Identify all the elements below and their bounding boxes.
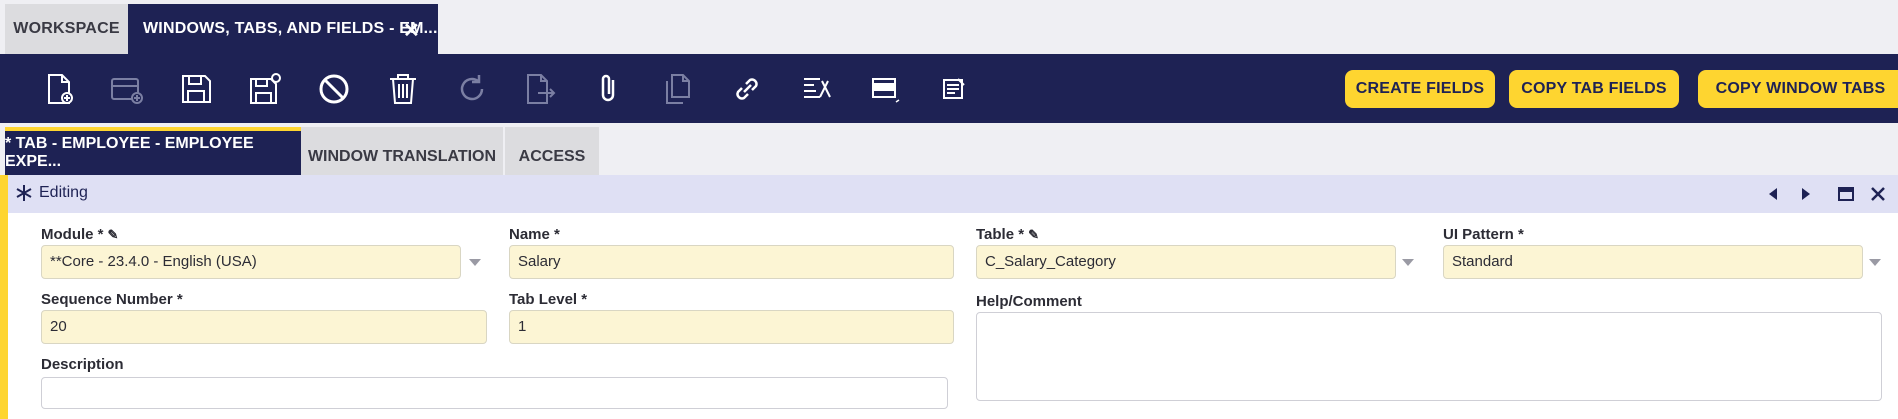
- name-label: Name *: [509, 226, 560, 243]
- refresh-icon[interactable]: [454, 71, 490, 107]
- grid-toggle-icon[interactable]: [867, 71, 903, 107]
- table-label: Table * ✎: [976, 226, 1039, 243]
- edit-link-icon[interactable]: ✎: [108, 227, 119, 242]
- edit-link-icon[interactable]: ✎: [1028, 227, 1039, 242]
- close-form-icon[interactable]: [1868, 184, 1888, 204]
- description-label: Description: [41, 356, 124, 373]
- undo-icon[interactable]: [316, 71, 352, 107]
- active-record-indicator: [0, 175, 8, 419]
- delete-icon[interactable]: [385, 71, 421, 107]
- window-tab-bar: WORKSPACE WINDOWS, TABS, AND FIELDS - EM…: [0, 0, 1898, 54]
- help-comment-field[interactable]: [976, 312, 1882, 401]
- description-field[interactable]: [41, 377, 948, 409]
- new-record-icon[interactable]: [109, 71, 145, 107]
- link-icon[interactable]: [729, 71, 765, 107]
- tab-workspace[interactable]: WORKSPACE: [5, 4, 128, 54]
- tab-employee-expense[interactable]: * TAB - EMPLOYEE - EMPLOYEE EXPE...: [5, 127, 301, 175]
- editing-icon: [16, 185, 32, 201]
- tab-window-translation[interactable]: WINDOW TRANSLATION: [301, 127, 503, 175]
- close-icon[interactable]: ✕: [403, 18, 420, 43]
- tab-access[interactable]: ACCESS: [505, 127, 599, 175]
- attachment-icon[interactable]: [591, 71, 627, 107]
- name-field[interactable]: Salary: [509, 245, 954, 279]
- copy-window-tabs-button[interactable]: COPY WINDOW TABS: [1698, 70, 1898, 108]
- tab-windows-tabs-fields[interactable]: WINDOWS, TABS, AND FIELDS - EM... ✕: [128, 4, 438, 54]
- toolbar: CREATE FIELDS COPY TAB FIELDS COPY WINDO…: [0, 54, 1898, 123]
- create-fields-button[interactable]: CREATE FIELDS: [1345, 70, 1495, 108]
- tree-icon[interactable]: [798, 71, 834, 107]
- save-close-icon[interactable]: [247, 71, 283, 107]
- table-field[interactable]: C_Salary_Category: [976, 245, 1396, 279]
- audit-trail-icon[interactable]: [936, 71, 972, 107]
- status-text: Editing: [39, 184, 88, 201]
- help-comment-label: Help/Comment: [976, 293, 1082, 310]
- previous-record-icon[interactable]: [1763, 184, 1783, 204]
- maximize-icon[interactable]: [1836, 184, 1856, 204]
- module-field[interactable]: **Core - 23.4.0 - English (USA): [41, 245, 461, 279]
- sequence-number-field[interactable]: 20: [41, 310, 487, 344]
- ui-pattern-dropdown-icon[interactable]: [1869, 259, 1881, 266]
- ui-pattern-label: UI Pattern *: [1443, 226, 1524, 243]
- module-dropdown-icon[interactable]: [469, 259, 481, 266]
- save-icon[interactable]: [178, 71, 214, 107]
- tab-level-label: Tab Level *: [509, 291, 588, 308]
- copy-record-icon[interactable]: [660, 71, 696, 107]
- tab-level-field[interactable]: 1: [509, 310, 954, 344]
- sequence-number-label: Sequence Number *: [41, 291, 183, 308]
- export-icon[interactable]: [522, 71, 558, 107]
- tab-windows-tabs-fields-label: WINDOWS, TABS, AND FIELDS - EM...: [143, 20, 438, 37]
- next-record-icon[interactable]: [1796, 184, 1816, 204]
- table-dropdown-icon[interactable]: [1402, 259, 1414, 266]
- module-label: Module * ✎: [41, 226, 119, 243]
- sub-tab-bar: * TAB - EMPLOYEE - EMPLOYEE EXPE... WIND…: [0, 123, 1898, 175]
- copy-tab-fields-button[interactable]: COPY TAB FIELDS: [1509, 70, 1679, 108]
- tab-workspace-label: WORKSPACE: [13, 20, 120, 37]
- record-status-bar: Editing: [8, 175, 1898, 213]
- new-document-icon[interactable]: [41, 71, 77, 107]
- ui-pattern-field[interactable]: Standard: [1443, 245, 1863, 279]
